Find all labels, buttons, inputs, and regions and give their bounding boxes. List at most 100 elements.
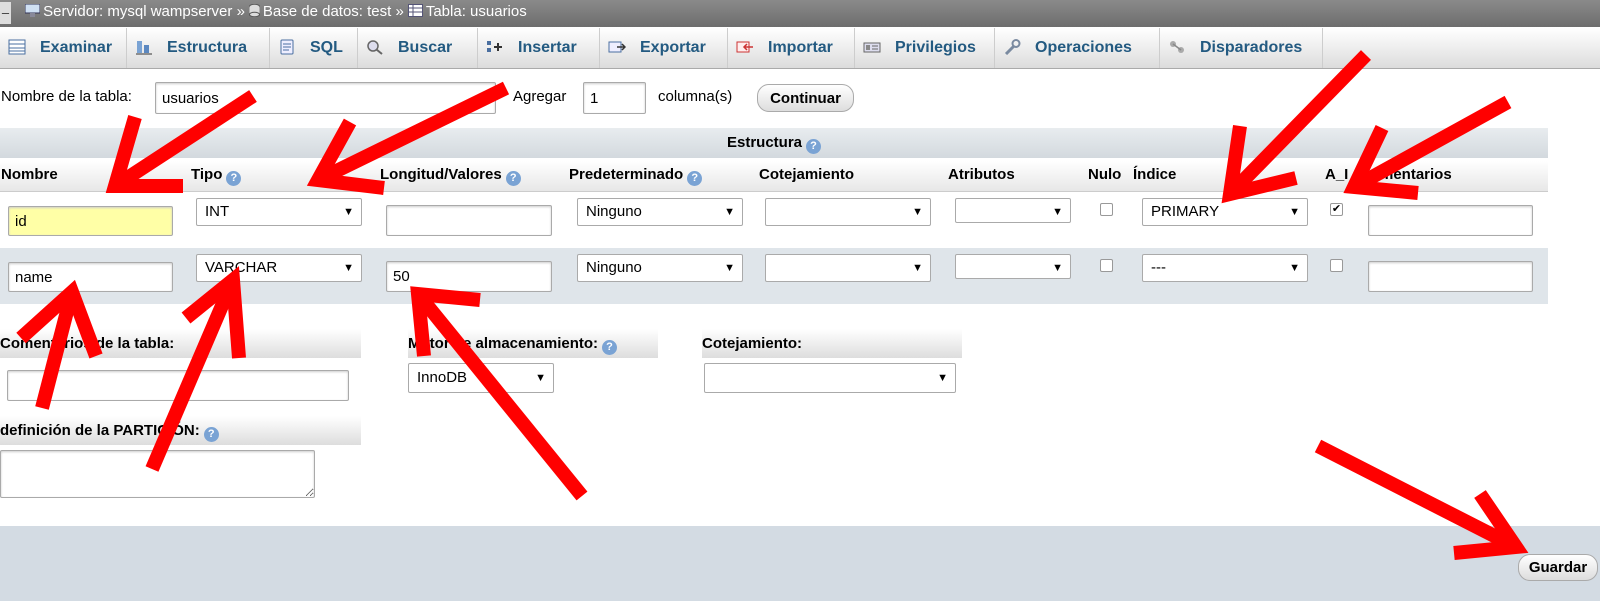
breadcrumb-table[interactable]: Tabla: usuarios (407, 0, 527, 24)
column-index-value: --- (1151, 259, 1166, 276)
column-ai-checkbox[interactable]: ✔ (1330, 203, 1343, 216)
header-ai: A_I (1325, 166, 1349, 183)
column-comments-input[interactable] (1368, 205, 1533, 236)
browse-icon (8, 39, 26, 55)
column-null-checkbox[interactable] (1100, 203, 1113, 216)
header-length-label: Longitud/Valores (380, 166, 502, 183)
table-comments-input[interactable] (7, 370, 349, 401)
column-name-input[interactable] (8, 262, 173, 292)
breadcrumb-database-label: Base de datos: test (262, 3, 392, 20)
tab-label: Insertar (518, 39, 577, 56)
structure-title-bar: Estructura? (0, 128, 1548, 158)
column-default-value: Ninguno (586, 203, 642, 220)
column-null-checkbox[interactable] (1100, 259, 1113, 272)
column-row: INT ▼ Ninguno ▼ ▼ ▼ PRIMARY ▼ ✔ (0, 192, 1548, 248)
add-label: Agregar (513, 88, 567, 105)
breadcrumb-separator: » (395, 3, 404, 20)
storage-engine-bar: Motor de almacenamiento:? (408, 329, 658, 358)
tab-estructura[interactable]: Estructura (127, 28, 270, 68)
chevron-down-icon: ▼ (912, 262, 923, 274)
table-collation-select[interactable]: ▼ (704, 363, 956, 393)
column-comments-input[interactable] (1368, 261, 1533, 292)
column-index-select[interactable]: --- ▼ (1142, 254, 1308, 282)
storage-engine-value: InnoDB (417, 369, 468, 386)
breadcrumb-server[interactable]: Servidor: mysql wampserver » (25, 0, 245, 24)
column-length-input[interactable] (386, 261, 552, 292)
table-collation-label: Cotejamiento: (702, 335, 803, 352)
partition-label: definición de la PARTICIÓN: (0, 422, 200, 439)
tab-importar[interactable]: Importar (728, 28, 855, 68)
import-icon (736, 41, 753, 53)
triggers-icon (1170, 41, 1184, 53)
footer-bar (0, 526, 1600, 601)
column-index-value: PRIMARY (1151, 203, 1220, 220)
help-icon[interactable]: ? (505, 171, 521, 186)
tab-buscar[interactable]: Buscar (358, 28, 478, 68)
privileges-icon (863, 42, 881, 53)
help-icon[interactable]: ? (226, 171, 242, 186)
partition-textarea[interactable] (0, 450, 315, 498)
header-default: Predeterminado? (569, 163, 703, 187)
continue-button[interactable]: Continuar (757, 84, 854, 112)
column-default-select[interactable]: Ninguno ▼ (577, 198, 743, 226)
column-row: VARCHAR ▼ Ninguno ▼ ▼ ▼ --- ▼ (0, 248, 1548, 304)
sql-icon (280, 39, 294, 55)
storage-engine-select[interactable]: InnoDB ▼ (408, 363, 554, 393)
chevron-down-icon: ▼ (343, 262, 354, 274)
header-name: Nombre (1, 166, 58, 183)
chevron-down-icon: ▼ (1052, 262, 1063, 274)
tab-label: Estructura (167, 39, 248, 56)
column-ai-checkbox[interactable] (1330, 259, 1343, 272)
save-button[interactable]: Guardar (1518, 554, 1598, 581)
server-icon (25, 4, 41, 17)
insert-icon (487, 41, 502, 52)
breadcrumb-server-label: Servidor: mysql wampserver (43, 3, 233, 20)
chevron-down-icon: ▼ (1289, 206, 1300, 218)
wrench-icon (1004, 39, 1021, 55)
tab-examinar[interactable]: Examinar (0, 28, 127, 68)
chevron-down-icon: ▼ (724, 262, 735, 274)
help-icon[interactable]: ? (602, 340, 618, 355)
breadcrumb-separator: » (236, 3, 245, 20)
structure-title: Estructura (726, 134, 803, 151)
tab-operaciones[interactable]: Operaciones (995, 28, 1160, 68)
column-type-select[interactable]: VARCHAR ▼ (196, 254, 362, 282)
tab-insertar[interactable]: Insertar (478, 28, 600, 68)
tab-label: Examinar (40, 39, 113, 56)
chevron-down-icon: ▼ (724, 206, 735, 218)
header-null: Nulo (1088, 166, 1122, 183)
tab-privilegios[interactable]: Privilegios (855, 28, 995, 68)
breadcrumb-database[interactable]: Base de datos: test » (248, 0, 404, 24)
chevron-down-icon: ▼ (535, 372, 546, 384)
help-icon[interactable]: ? (806, 139, 822, 154)
add-columns-input[interactable] (583, 82, 646, 114)
header-default-label: Predeterminado (569, 166, 684, 183)
column-index-select[interactable]: PRIMARY ▼ (1142, 198, 1308, 226)
header-index: Índice (1133, 166, 1177, 183)
header-type: Tipo? (191, 163, 242, 187)
column-default-value: Ninguno (586, 259, 642, 276)
tab-disparadores[interactable]: Disparadores (1160, 28, 1323, 68)
chevron-down-icon: ▼ (937, 372, 948, 384)
help-icon[interactable]: ? (687, 171, 703, 186)
table-icon (407, 4, 423, 17)
column-default-select[interactable]: Ninguno ▼ (577, 254, 743, 282)
column-type-select[interactable]: INT ▼ (196, 198, 362, 226)
column-name-input[interactable] (8, 206, 173, 236)
table-name-input[interactable] (155, 82, 496, 114)
tab-label: Importar (768, 39, 833, 56)
chevron-down-icon: ▼ (912, 206, 923, 218)
column-collation-select[interactable]: ▼ (765, 254, 931, 282)
header-length: Longitud/Valores? (380, 163, 521, 187)
help-icon[interactable]: ? (203, 427, 219, 442)
tab-sql[interactable]: SQL (270, 28, 358, 68)
export-icon (608, 41, 626, 53)
column-attributes-select[interactable]: ▼ (955, 254, 1071, 279)
column-type-value: VARCHAR (205, 259, 278, 276)
tab-exportar[interactable]: Exportar (600, 28, 728, 68)
collapse-icon[interactable]: – (0, 2, 11, 24)
column-attributes-select[interactable]: ▼ (955, 198, 1071, 223)
database-icon (248, 4, 260, 17)
column-length-input[interactable] (386, 205, 552, 236)
column-collation-select[interactable]: ▼ (765, 198, 931, 226)
